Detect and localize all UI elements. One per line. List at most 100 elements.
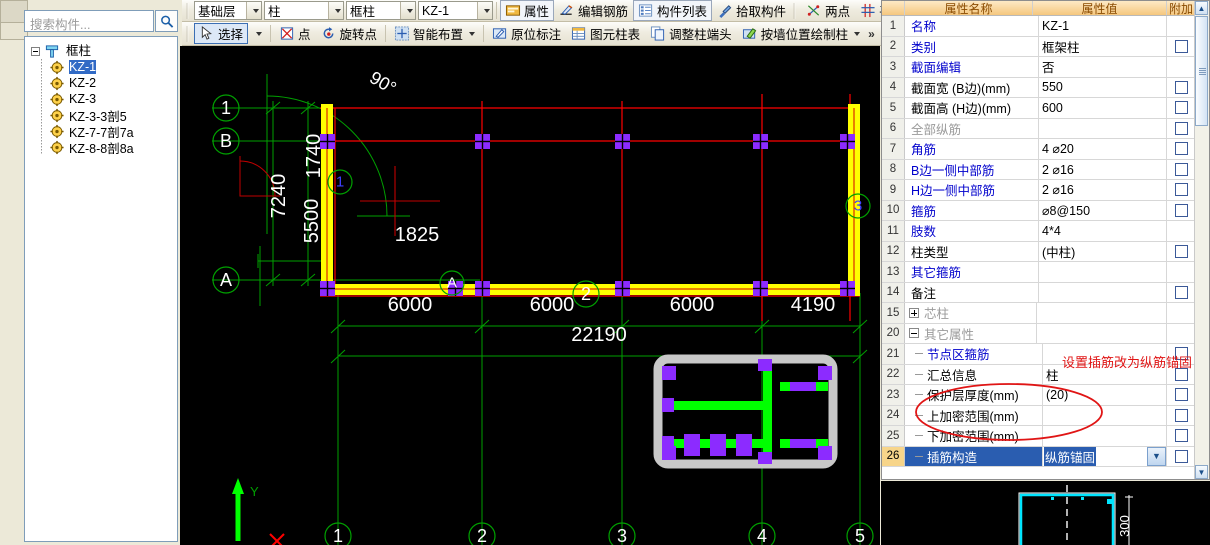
smart-layout-button[interactable]: 智能布置 (389, 23, 480, 44)
row-extra-checkbox[interactable] (1167, 283, 1195, 303)
table-row[interactable]: 12 柱类型 (中柱) (882, 241, 1195, 262)
search-button[interactable] (155, 10, 178, 32)
tree-node-root[interactable]: 框柱 (31, 43, 175, 59)
table-row[interactable]: 2 类别 框架柱 (882, 36, 1195, 57)
table-row[interactable]: 5 截面高 (H边)(mm) 600 (882, 98, 1195, 119)
adjust-column-end-button[interactable]: 调整柱端头 (645, 23, 737, 44)
row-value[interactable] (1037, 303, 1167, 323)
row-extra-checkbox[interactable] (1167, 344, 1195, 364)
table-row[interactable]: 25 下加密范围(mm) (882, 426, 1195, 447)
row-extra-checkbox[interactable] (1167, 160, 1195, 180)
member-combo[interactable]: KZ-1 (418, 1, 493, 20)
chevron-down-icon[interactable]: ▼ (1147, 446, 1166, 466)
scroll-up-button[interactable]: ▲ (1195, 1, 1208, 15)
row-value[interactable]: 2 ⌀16 (1039, 180, 1167, 200)
row-extra-checkbox[interactable] (1167, 447, 1195, 467)
row-value[interactable]: KZ-1 (1039, 16, 1167, 36)
toolbar-overflow-button[interactable]: » (865, 27, 876, 41)
select-button[interactable]: 选择 (194, 23, 249, 44)
table-row[interactable]: 7 角筋 4 ⌀20 (882, 139, 1195, 160)
row-value[interactable] (1039, 282, 1167, 302)
table-row[interactable]: 6 全部纵筋 (882, 118, 1195, 139)
row-value[interactable]: 600 (1039, 98, 1167, 118)
row-extra-checkbox[interactable] (1167, 303, 1195, 323)
table-row[interactable]: 3 截面编辑 否 (882, 57, 1195, 78)
tree-item-1[interactable]: KZ-2 (31, 75, 175, 91)
row-value[interactable]: 框架柱 (1039, 36, 1167, 56)
row-extra-checkbox[interactable] (1167, 365, 1195, 385)
type-combo[interactable]: 框柱 (346, 1, 416, 20)
member-tree[interactable]: 框柱 KZ-1 KZ-2 KZ-3 KZ-3-3剖5 KZ-7-7剖7a KZ-… (24, 36, 178, 542)
collapse-toggle-icon[interactable] (31, 46, 40, 56)
row-extra-checkbox[interactable] (1167, 242, 1195, 262)
row-extra-checkbox[interactable] (1167, 16, 1195, 36)
row-value[interactable]: 否 (1039, 57, 1167, 77)
row-extra-checkbox[interactable] (1167, 262, 1195, 282)
collapse-icon[interactable] (909, 328, 919, 339)
table-row[interactable]: 15 芯柱 (882, 303, 1195, 324)
row-extra-checkbox[interactable] (1167, 78, 1195, 98)
row-value[interactable] (1043, 426, 1167, 446)
table-row[interactable]: 23 保护层厚度(mm) (20) (882, 385, 1195, 406)
chevron-down-icon[interactable] (246, 2, 261, 19)
row-value[interactable]: ⌀8@150 (1039, 200, 1167, 220)
row-extra-checkbox[interactable] (1167, 180, 1195, 200)
row-value[interactable]: 550 (1039, 77, 1167, 97)
tree-item-5[interactable]: KZ-8-8剖8a (31, 139, 175, 156)
row-extra-checkbox[interactable] (1167, 57, 1195, 77)
table-row[interactable]: 9 H边一侧中部筋 2 ⌀16 (882, 180, 1195, 201)
row-extra-checkbox[interactable] (1167, 385, 1195, 405)
chevron-down-icon[interactable] (328, 2, 343, 19)
properties-scrollbar[interactable]: ▲ ▼ (1194, 1, 1209, 479)
pick-member-button[interactable]: 拾取构件 (712, 0, 791, 21)
row-extra-checkbox[interactable] (1167, 426, 1195, 446)
row-value[interactable]: 4 ⌀20 (1039, 139, 1167, 159)
table-row[interactable]: 1 名称 KZ-1 (882, 16, 1195, 37)
table-row[interactable]: 10 箍筋 ⌀8@150 (882, 200, 1195, 221)
row-extra-checkbox[interactable] (1167, 98, 1195, 118)
cad-drawing-canvas[interactable]: 1 B A 1 2 3 4 5 2 1 A 3 1740 5500 7240 1… (180, 46, 880, 545)
row-value[interactable] (1043, 405, 1167, 425)
floor-combo[interactable]: 基础层 (194, 1, 262, 20)
table-row[interactable]: 13 其它箍筋 (882, 262, 1195, 283)
table-row[interactable]: 4 截面宽 (B边)(mm) 550 (882, 77, 1195, 98)
row-value[interactable] (1039, 262, 1167, 282)
row-value[interactable] (1037, 323, 1167, 343)
table-row[interactable]: 11 肢数 4*4 (882, 221, 1195, 242)
row-value[interactable]: 柱 (1043, 364, 1167, 384)
table-row[interactable]: 20 其它属性 (882, 323, 1195, 344)
two-point-button[interactable]: 两点 (801, 0, 855, 21)
row-value[interactable]: (20) (1043, 385, 1167, 405)
table-row[interactable]: 22 汇总信息 柱 (882, 364, 1195, 385)
row-extra-checkbox[interactable] (1167, 221, 1195, 241)
row-extra-checkbox[interactable] (1167, 139, 1195, 159)
table-row[interactable]: 21 节点区箍筋 (882, 344, 1195, 365)
scroll-thumb[interactable] (1195, 16, 1208, 126)
member-list-button[interactable]: 构件列表 (633, 0, 713, 21)
table-row[interactable]: 24 上加密范围(mm) (882, 405, 1195, 426)
row-extra-checkbox[interactable] (1167, 324, 1195, 344)
properties-grid[interactable]: 属性名称 属性值 附加 1 名称 KZ-1 2 类别 框架柱 3 截面编辑 否 … (882, 1, 1195, 467)
expand-icon[interactable] (909, 307, 919, 318)
table-row[interactable]: 14 备注 (882, 282, 1195, 303)
in-place-dimension-button[interactable]: 原位标注 (487, 23, 566, 44)
category-combo[interactable]: 柱 (264, 1, 344, 20)
row-value[interactable]: 2 ⌀16 (1039, 159, 1167, 179)
row-extra-checkbox[interactable] (1167, 201, 1195, 221)
dropdown-editor[interactable]: 纵筋锚固 ▼ (1043, 446, 1166, 466)
search-input[interactable]: 搜索构件... (24, 10, 154, 32)
toolbar-grip[interactable] (186, 25, 190, 42)
row-extra-checkbox[interactable] (1167, 37, 1195, 57)
chevron-down-icon[interactable] (477, 2, 492, 19)
table-row[interactable]: 8 B边一侧中部筋 2 ⌀16 (882, 159, 1195, 180)
rotate-point-button[interactable]: 旋转点 (316, 23, 383, 44)
edit-rebar-button[interactable]: 编辑钢筋 (554, 0, 633, 21)
properties-button[interactable]: 属性 (500, 0, 555, 21)
tree-item-0[interactable]: KZ-1 (31, 59, 175, 75)
scroll-down-button[interactable]: ▼ (1195, 465, 1208, 479)
chevron-down-icon[interactable] (400, 2, 415, 19)
select-dropdown-button[interactable] (248, 23, 267, 44)
draw-column-by-wall-button[interactable]: 按墙位置绘制柱 (737, 23, 866, 44)
element-column-table-button[interactable]: 图元柱表 (566, 23, 645, 44)
row-value[interactable] (1039, 118, 1167, 138)
